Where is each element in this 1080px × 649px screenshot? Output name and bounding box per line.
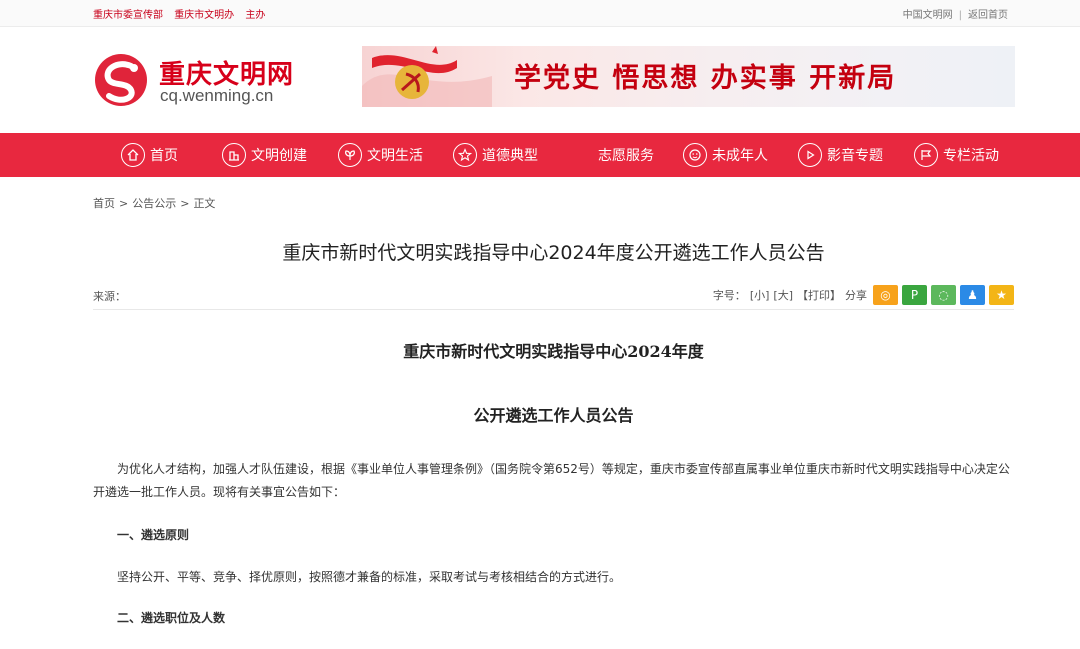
nav-label: 道德典型 [482, 148, 538, 164]
qq-icon[interactable]: ♟ [960, 285, 985, 305]
building-icon [222, 143, 246, 167]
nav-item-moral-models[interactable]: 道德典型 [453, 133, 538, 177]
flag-icon [914, 143, 938, 167]
nav-item-civilized-life[interactable]: 文明生活 [338, 133, 423, 177]
article-body: 重庆市新时代文明实践指导中心2024年度 公开遴选工作人员公告 为优化人才结构，… [93, 338, 1014, 628]
sponsor-link-publicity[interactable]: 重庆市委宣传部 [93, 10, 163, 21]
nav-label: 文明生活 [367, 148, 423, 164]
section1-title: 一、遴选原则 [117, 528, 190, 542]
font-size-label: 字号： [712, 289, 746, 302]
intro-paragraph: 为优化人才结构，加强人才队伍建设，根据《事业单位人事管理条例》（国务院令第652… [93, 462, 1010, 499]
font-small-button[interactable]: [小] [750, 287, 770, 303]
favorite-icon[interactable]: ★ [989, 285, 1014, 305]
nav-label: 首页 [150, 148, 178, 164]
main-nav: 首页 文明创建 文明生活 道德典型 志愿服务 未成年人 影音专题 专栏活动 [0, 133, 1080, 177]
play-icon [798, 143, 822, 167]
nav-label: 未成年人 [712, 148, 768, 164]
pinterest-icon[interactable]: P [902, 285, 927, 305]
content-heading-line1: 重庆市新时代文明实践指导中心2024年度 [403, 342, 704, 361]
back-home-link[interactable]: 返回首页 [968, 10, 1008, 21]
nav-item-home[interactable]: 首页 [121, 133, 178, 177]
breadcrumb: 首页 > 公告公示 > 正文 [93, 195, 215, 211]
nav-item-volunteer-service[interactable]: 志愿服务 [598, 133, 654, 177]
top-utility-bar: 重庆市委宣传部 重庆市文明办 主办 中国文明网 | 返回首页 [0, 0, 1080, 27]
section2-title: 二、遴选职位及人数 [117, 611, 226, 625]
content-heading-line2: 公开遴选工作人员公告 [473, 406, 634, 425]
breadcrumb-separator: > [180, 197, 190, 210]
wechat-icon[interactable]: ◌ [931, 285, 956, 305]
sponsor-links: 重庆市委宣传部 重庆市文明办 主办 [93, 6, 273, 21]
page-title: 重庆市新时代文明实践指导中心2024年度公开遴选工作人员公告 [282, 242, 825, 264]
breadcrumb-home[interactable]: 首页 [93, 197, 115, 210]
site-header: 重庆文明网 cq.wenming.cn 学党史 悟思想 办实事 开新局 [0, 27, 1080, 133]
child-icon [683, 143, 707, 167]
font-large-button[interactable]: [大] [773, 287, 793, 303]
nav-label: 志愿服务 [598, 148, 654, 164]
site-logo[interactable]: 重庆文明网 cq.wenming.cn [93, 50, 303, 110]
party-emblem-icon [362, 46, 492, 107]
sponsor-link-civilization-office[interactable]: 重庆市文明办 [174, 10, 234, 21]
nav-label: 文明创建 [251, 148, 307, 164]
sponsor-label: 主办 [245, 10, 266, 21]
logo-mark-icon [95, 54, 147, 106]
print-button[interactable]: 【打印】 [797, 287, 841, 303]
share-label: 分享 [845, 289, 867, 302]
star-icon [453, 143, 477, 167]
logo-url: cq.wenming.cn [160, 86, 274, 105]
section1-text: 坚持公开、平等、竞争、择优原则，按照德才兼备的标准，采取考试与考核相结合的方式进… [117, 570, 622, 584]
article-tools: 字号： [小] [大] 【打印】 分享 ◎ P ◌ ♟ ★ [713, 284, 1014, 306]
weibo-icon[interactable]: ◎ [873, 285, 898, 305]
nav-item-media-topics[interactable]: 影音专题 [798, 133, 883, 177]
nav-item-minors[interactable]: 未成年人 [683, 133, 768, 177]
breadcrumb-separator: > [119, 197, 129, 210]
nav-label: 专栏活动 [943, 148, 999, 164]
breadcrumb-current: 正文 [193, 197, 216, 210]
breadcrumb-section[interactable]: 公告公示 [132, 197, 176, 210]
home-icon [121, 143, 145, 167]
china-wenming-link[interactable]: 中国文明网 [903, 10, 953, 21]
nav-label: 影音专题 [827, 148, 883, 164]
separator: | [958, 10, 962, 21]
slogan-banner[interactable]: 学党史 悟思想 办实事 开新局 [362, 46, 1015, 107]
banner-slogan: 学党史 悟思想 办实事 开新局 [514, 63, 897, 94]
utility-links: 中国文明网 | 返回首页 [903, 6, 1008, 21]
leaf-icon [338, 143, 362, 167]
source-label: 来源： [93, 290, 126, 303]
nav-item-column-activities[interactable]: 专栏活动 [914, 133, 999, 177]
article-meta: 来源： 字号： [小] [大] 【打印】 分享 ◎ P ◌ ♟ ★ [93, 284, 1014, 310]
nav-item-civilization-building[interactable]: 文明创建 [222, 133, 307, 177]
